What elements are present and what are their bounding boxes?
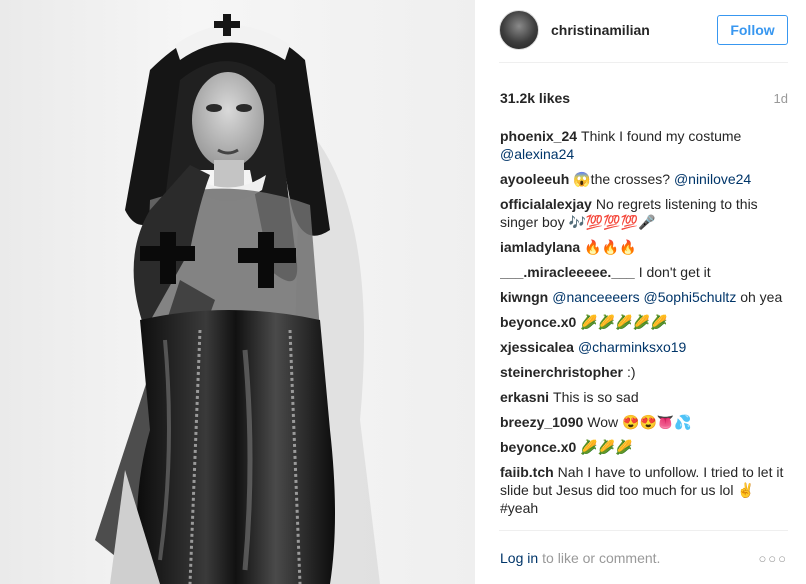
comment: iamladylana 🔥🔥🔥 [500, 238, 788, 256]
comment: xjessicalea @charminksxo19 [500, 338, 788, 356]
comment: beyonce.x0 🌽🌽🌽🌽🌽 [500, 313, 788, 331]
comment-text: 🔥🔥🔥 [584, 239, 637, 255]
comment-mention[interactable]: @alexina24 [500, 146, 574, 162]
comment-username[interactable]: steinerchristopher [500, 364, 623, 380]
comment: breezy_1090 Wow 😍😍👅💦 [500, 413, 788, 431]
comment-text: I don't get it [638, 264, 711, 280]
comment-text: This is so sad [553, 389, 639, 405]
comment-username[interactable]: beyonce.x0 [500, 314, 576, 330]
login-prompt: to like or comment. [542, 550, 661, 566]
comment-username[interactable]: erkasni [500, 389, 549, 405]
comment-username[interactable]: iamladylana [500, 239, 580, 255]
comment-username[interactable]: ayooleeuh [500, 171, 569, 187]
comment-text: 😱the crosses? [573, 171, 671, 187]
comment-mention[interactable]: @charminksxo19 [578, 339, 686, 355]
photo-illustration [95, 14, 380, 584]
comment-text: Think I found my costume [581, 128, 742, 144]
comment: faiib.tch Nah I have to unfollow. I tried… [500, 463, 788, 517]
comment-username[interactable]: kiwngn [500, 289, 548, 305]
comment-mention[interactable]: @ninilove24 [674, 171, 751, 187]
comment-text: 🌽🌽🌽 [580, 439, 633, 455]
comment: kiwngn @nanceeeers @5ophi5chultz oh yea [500, 288, 788, 306]
comments-list: phoenix_24 Think I found my costume @alex… [500, 127, 788, 522]
post-age[interactable]: 1d [774, 91, 788, 106]
comment-mention[interactable]: @nanceeeers @5ophi5chultz [552, 289, 736, 305]
comment-username[interactable]: faiib.tch [500, 464, 554, 480]
comment: ___.miracleeeee.___ I don't get it [500, 263, 788, 281]
comment-username[interactable]: beyonce.x0 [500, 439, 576, 455]
comment-text: :) [626, 364, 636, 380]
comment-text: 🌽🌽🌽🌽🌽 [580, 314, 668, 330]
comment: phoenix_24 Think I found my costume @alex… [500, 127, 788, 163]
comment: ayooleeuh 😱the crosses? @ninilove24 [500, 170, 788, 188]
comment-username[interactable]: ___.miracleeeee.___ [500, 264, 635, 280]
footer-divider [499, 530, 788, 531]
post-footer: Log in to like or comment. ○○○ [500, 548, 788, 568]
comment-username[interactable]: officialalexjay [500, 196, 592, 212]
more-options-icon[interactable]: ○○○ [758, 551, 788, 566]
post-header: christinamilian Follow [499, 10, 788, 50]
likes-row: 31.2k likes 1d [500, 88, 788, 108]
comment-username[interactable]: breezy_1090 [500, 414, 583, 430]
comment: officialalexjay No regrets listening to t… [500, 195, 788, 231]
post-username[interactable]: christinamilian [551, 22, 717, 38]
comment-username[interactable]: phoenix_24 [500, 128, 577, 144]
comment-text: Wow 😍😍👅💦 [587, 414, 692, 430]
post-photo [0, 0, 475, 584]
comment: erkasni This is so sad [500, 388, 788, 406]
comment: beyonce.x0 🌽🌽🌽 [500, 438, 788, 456]
login-link[interactable]: Log in [500, 550, 538, 566]
follow-button[interactable]: Follow [717, 15, 788, 45]
post-side-panel: christinamilian Follow 31.2k likes 1d ph… [475, 0, 806, 584]
header-divider [499, 62, 788, 63]
comment-text: oh yea [740, 289, 783, 305]
avatar[interactable] [499, 10, 539, 50]
likes-count[interactable]: 31.2k likes [500, 90, 774, 106]
comment: steinerchristopher:) [500, 363, 788, 381]
comment-username[interactable]: xjessicalea [500, 339, 574, 355]
